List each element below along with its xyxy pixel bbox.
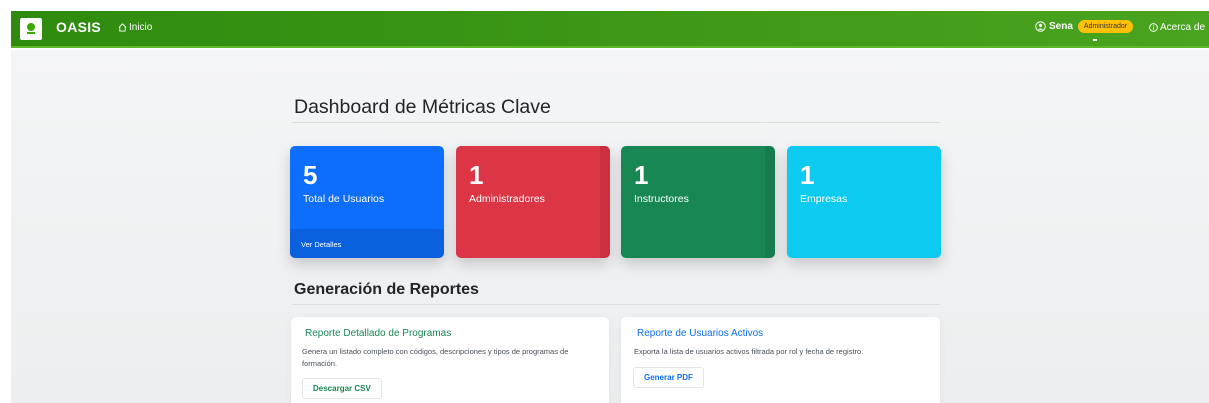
report-title: Reporte de Usuarios Activos <box>637 328 764 339</box>
about-label: Acerca de <box>1160 22 1206 33</box>
nav-home-link[interactable]: Inicio <box>118 22 152 33</box>
metric-value: 1 <box>469 160 484 190</box>
role-badge: Administrador <box>1077 20 1134 33</box>
reports-title: Generación de Reportes <box>294 281 479 298</box>
metric-value: 5 <box>303 160 318 190</box>
generate-pdf-button[interactable]: Generar PDF <box>633 367 704 388</box>
dropdown-indicator <box>1093 39 1097 41</box>
metric-card-admins[interactable]: 1 Administradores <box>456 146 610 258</box>
home-label: Inicio <box>129 22 153 33</box>
metric-card-users[interactable]: 5 Total de Usuarios Ver Detalles <box>290 146 444 258</box>
report-title: Reporte Detallado de Programas <box>305 328 452 339</box>
report-card-active-users: Reporte de Usuarios Activos Exporta la l… <box>621 317 940 403</box>
brand-name[interactable]: OASIS <box>56 19 101 35</box>
main-content <box>11 50 1209 403</box>
metric-label: Total de Usuarios <box>303 193 385 205</box>
metric-value: 1 <box>800 160 815 190</box>
metric-label: Administradores <box>469 193 545 205</box>
report-card-programs: Reporte Detallado de Programas Genera un… <box>291 317 609 403</box>
info-icon <box>1149 23 1158 32</box>
metric-value: 1 <box>634 160 649 190</box>
home-icon <box>118 23 127 32</box>
page-title: Dashboard de Métricas Clave <box>294 96 551 118</box>
user-name: Sena <box>1049 21 1073 32</box>
metric-label: Empresas <box>800 193 848 205</box>
metric-card-companies[interactable]: 1 Empresas <box>787 146 941 258</box>
title-divider <box>292 122 940 123</box>
sena-logo-icon[interactable] <box>20 18 42 40</box>
metric-label: Instructores <box>634 193 689 205</box>
user-circle-icon <box>1035 21 1046 32</box>
report-description: Genera un listado completo con códigos, … <box>302 347 569 368</box>
report-description: Exporta la lista de usuarios activos fil… <box>634 347 864 356</box>
about-link[interactable]: Acerca de <box>1149 22 1205 33</box>
reports-divider <box>292 304 940 305</box>
user-menu[interactable]: Sena Administrador <box>1035 20 1134 33</box>
view-details-link[interactable]: Ver Detalles <box>290 229 444 258</box>
download-csv-button[interactable]: Descargar CSV <box>302 378 382 399</box>
top-navbar: OASIS Inicio Sena Administrador Acerca d… <box>11 11 1209 48</box>
metric-card-instructors[interactable]: 1 Instructores <box>621 146 775 258</box>
